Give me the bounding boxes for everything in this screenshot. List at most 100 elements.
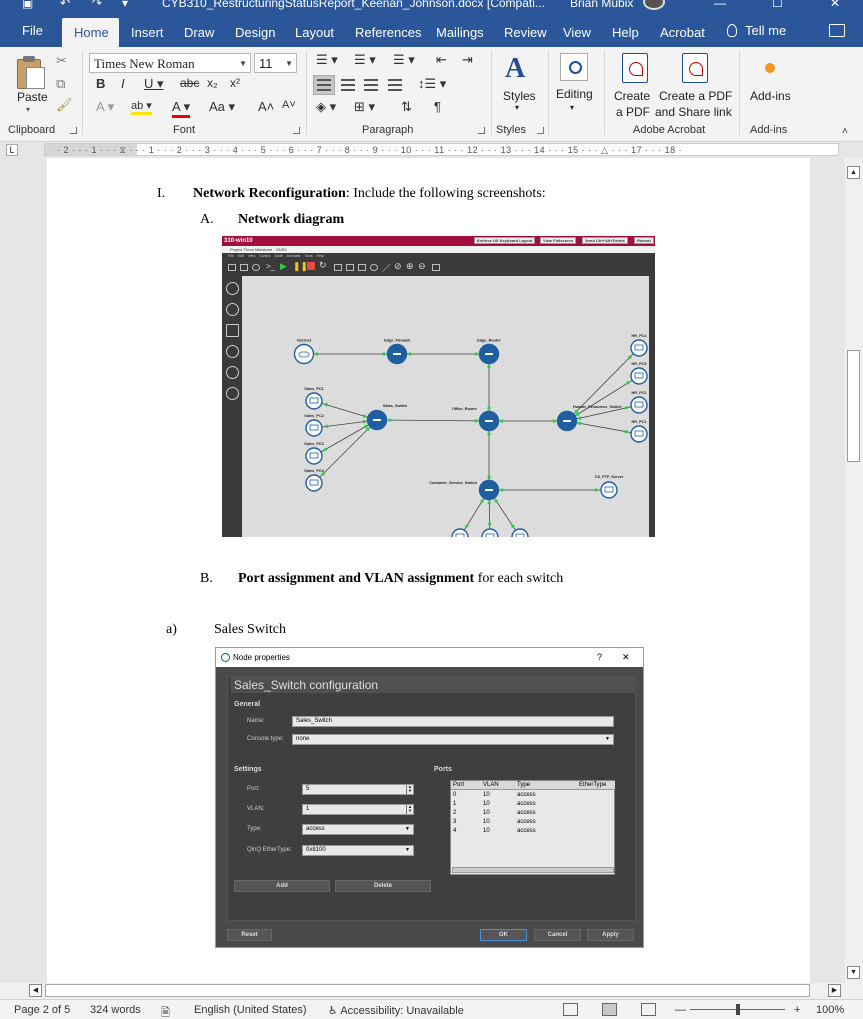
strikethrough-button[interactable]: abc xyxy=(180,76,199,90)
col-ethertype[interactable]: EtherType xyxy=(579,782,606,788)
console-icon[interactable]: >_ xyxy=(266,262,275,271)
rectangle-icon[interactable] xyxy=(358,264,366,271)
apply-button[interactable]: Apply xyxy=(587,929,634,941)
col-type[interactable]: Type xyxy=(517,782,530,788)
minimize-icon[interactable]: — xyxy=(714,0,726,10)
node-cs3[interactable]: CS_PC3 xyxy=(511,528,529,537)
horizontal-scroll-thumb[interactable] xyxy=(45,984,810,997)
link-hr_sw-hr1[interactable] xyxy=(566,420,640,435)
shrink-font-icon[interactable]: A˅ xyxy=(282,99,296,111)
add-button[interactable]: Add xyxy=(234,880,330,892)
horizontal-scrollbar[interactable]: ◀ ▶ xyxy=(0,983,863,999)
user-name[interactable]: Brian Mubix xyxy=(570,0,633,10)
increase-indent-icon[interactable]: ⇥ xyxy=(462,52,473,68)
tab-selector[interactable]: L xyxy=(6,144,18,156)
node-hr_sw[interactable]: Human_Resources_Switch xyxy=(556,405,623,432)
tab-home[interactable]: Home xyxy=(62,18,119,47)
show-marks-icon[interactable]: ¶ xyxy=(434,99,441,114)
pause-icon[interactable]: ❚❚ xyxy=(293,261,308,272)
node-cs2[interactable]: CS_PC2 xyxy=(481,528,499,537)
topology-canvas[interactable]: Internet Edge_Firewall Edge_Router Office_R… xyxy=(242,276,655,537)
subscript-button[interactable]: x₂ xyxy=(207,76,218,90)
share-pdf-icon[interactable] xyxy=(682,53,708,83)
paste-icon[interactable] xyxy=(15,54,47,90)
link-office-sales_sw[interactable] xyxy=(376,419,490,422)
align-center-icon[interactable] xyxy=(341,79,355,91)
change-case-button[interactable]: Aa ▾ xyxy=(209,99,235,115)
font-color-icon[interactable]: A ▾ xyxy=(172,99,191,118)
table-row[interactable]: 0 10 access xyxy=(451,792,615,800)
document-area[interactable]: I. Network Reconfiguration: Include the … xyxy=(0,158,845,983)
read-mode-icon[interactable] xyxy=(563,1003,578,1016)
paste-button[interactable]: Paste xyxy=(17,90,48,104)
document-page[interactable]: I. Network Reconfiguration: Include the … xyxy=(47,158,810,983)
cancel-button[interactable]: Cancel xyxy=(534,929,581,941)
node-spc3[interactable]: Sales_PC3 xyxy=(304,442,324,465)
reboot-button[interactable]: Reboot xyxy=(634,237,654,244)
node-cs1[interactable]: CS_PC1 xyxy=(451,528,469,537)
styles-dropdown-icon[interactable]: ▾ xyxy=(515,103,519,112)
ports-table-scrollbar[interactable] xyxy=(452,867,614,873)
help-button[interactable]: ? xyxy=(597,652,602,662)
all-devices-icon[interactable] xyxy=(226,366,239,379)
sort-icon[interactable]: ⇅ xyxy=(401,99,412,115)
link-sales_sw-spc3[interactable] xyxy=(313,419,378,457)
tab-insert[interactable]: Insert xyxy=(131,25,164,40)
node-spc4[interactable]: Sales_PC4 xyxy=(304,469,325,492)
tab-view[interactable]: View xyxy=(563,25,591,40)
start-icon[interactable]: ▶ xyxy=(280,261,287,272)
screenshot-icon[interactable] xyxy=(432,264,440,271)
redo-icon[interactable]: ↷ xyxy=(92,0,102,10)
cut-icon[interactable]: ✂ xyxy=(56,53,67,69)
node-hr2[interactable]: HR_PC2 xyxy=(630,391,648,414)
name-input[interactable]: Sales_Switch xyxy=(292,716,614,727)
collapse-ribbon-icon[interactable]: ˄ xyxy=(842,126,848,137)
align-right-icon[interactable] xyxy=(364,79,378,91)
accessibility-status[interactable]: ♿ Accessibility: Unavailable xyxy=(328,1004,464,1017)
tab-design[interactable]: Design xyxy=(235,25,275,40)
scroll-left-icon[interactable]: ◀ xyxy=(29,984,42,997)
routers-icon[interactable] xyxy=(226,282,239,295)
open-icon[interactable] xyxy=(240,264,248,271)
node-hr3[interactable]: HR_PC3 xyxy=(630,362,648,385)
add-link-icon[interactable] xyxy=(226,387,239,400)
reset-button[interactable]: Reset xyxy=(227,929,272,941)
shading-icon[interactable]: ◈ ▾ xyxy=(316,99,336,115)
bullets-icon[interactable]: ☰ ▾ xyxy=(316,52,338,68)
close-icon[interactable]: ✕ xyxy=(830,0,840,10)
col-port[interactable]: Port xyxy=(453,782,464,788)
create-pdf-line2[interactable]: a PDF xyxy=(616,105,650,119)
share-pdf-line1[interactable]: Create a PDF xyxy=(659,89,732,103)
stop-icon[interactable] xyxy=(307,262,315,270)
switches-icon[interactable] xyxy=(226,303,239,316)
zoom-in-icon[interactable]: ⊕ xyxy=(406,261,414,272)
horizontal-ruler[interactable]: · 2 · · · 1 · · · ⧖ · · · 1 · · · 2 · · … xyxy=(44,143,839,156)
print-layout-icon[interactable] xyxy=(602,1003,617,1016)
bold-button[interactable]: B xyxy=(96,76,105,91)
ports-table[interactable]: Port VLAN Type EtherType 0 10 access 1 10 acc… xyxy=(450,780,615,875)
create-pdf-icon[interactable] xyxy=(622,53,648,83)
scroll-down-icon[interactable]: ▼ xyxy=(847,966,860,979)
styles-button[interactable]: Styles xyxy=(503,89,536,103)
font-launcher-icon[interactable] xyxy=(293,127,300,134)
font-size-combo[interactable]: 11 ▼ xyxy=(254,53,297,73)
tab-layout[interactable]: Layout xyxy=(295,25,334,40)
zoom-in-button[interactable]: + xyxy=(794,1004,800,1016)
node-internet[interactable]: Internet xyxy=(293,339,315,365)
text-effects-icon[interactable]: A ▾ xyxy=(96,99,114,115)
gns3-scrollbar[interactable] xyxy=(649,276,655,537)
node-edge[interactable]: Edge_Router xyxy=(477,339,501,365)
scroll-right-icon[interactable]: ▶ xyxy=(828,984,841,997)
tab-acrobat[interactable]: Acrobat xyxy=(660,25,705,40)
language[interactable]: English (United States) xyxy=(194,1004,307,1016)
tell-me-box[interactable]: Tell me xyxy=(727,23,786,38)
view-fullscreen-button[interactable]: View Fullscreen xyxy=(540,237,577,244)
paragraph-launcher-icon[interactable] xyxy=(478,127,485,134)
node-hr1[interactable]: HR_PC1 xyxy=(630,420,648,443)
italic-button[interactable]: I xyxy=(121,76,125,91)
tab-help[interactable]: Help xyxy=(612,25,639,40)
editing-button[interactable]: Editing xyxy=(556,87,593,101)
tab-references[interactable]: References xyxy=(355,25,421,40)
port-spinbox[interactable]: 5 ▲ ▼ xyxy=(302,784,414,795)
multilevel-list-icon[interactable]: ☰ ▾ xyxy=(393,52,415,68)
